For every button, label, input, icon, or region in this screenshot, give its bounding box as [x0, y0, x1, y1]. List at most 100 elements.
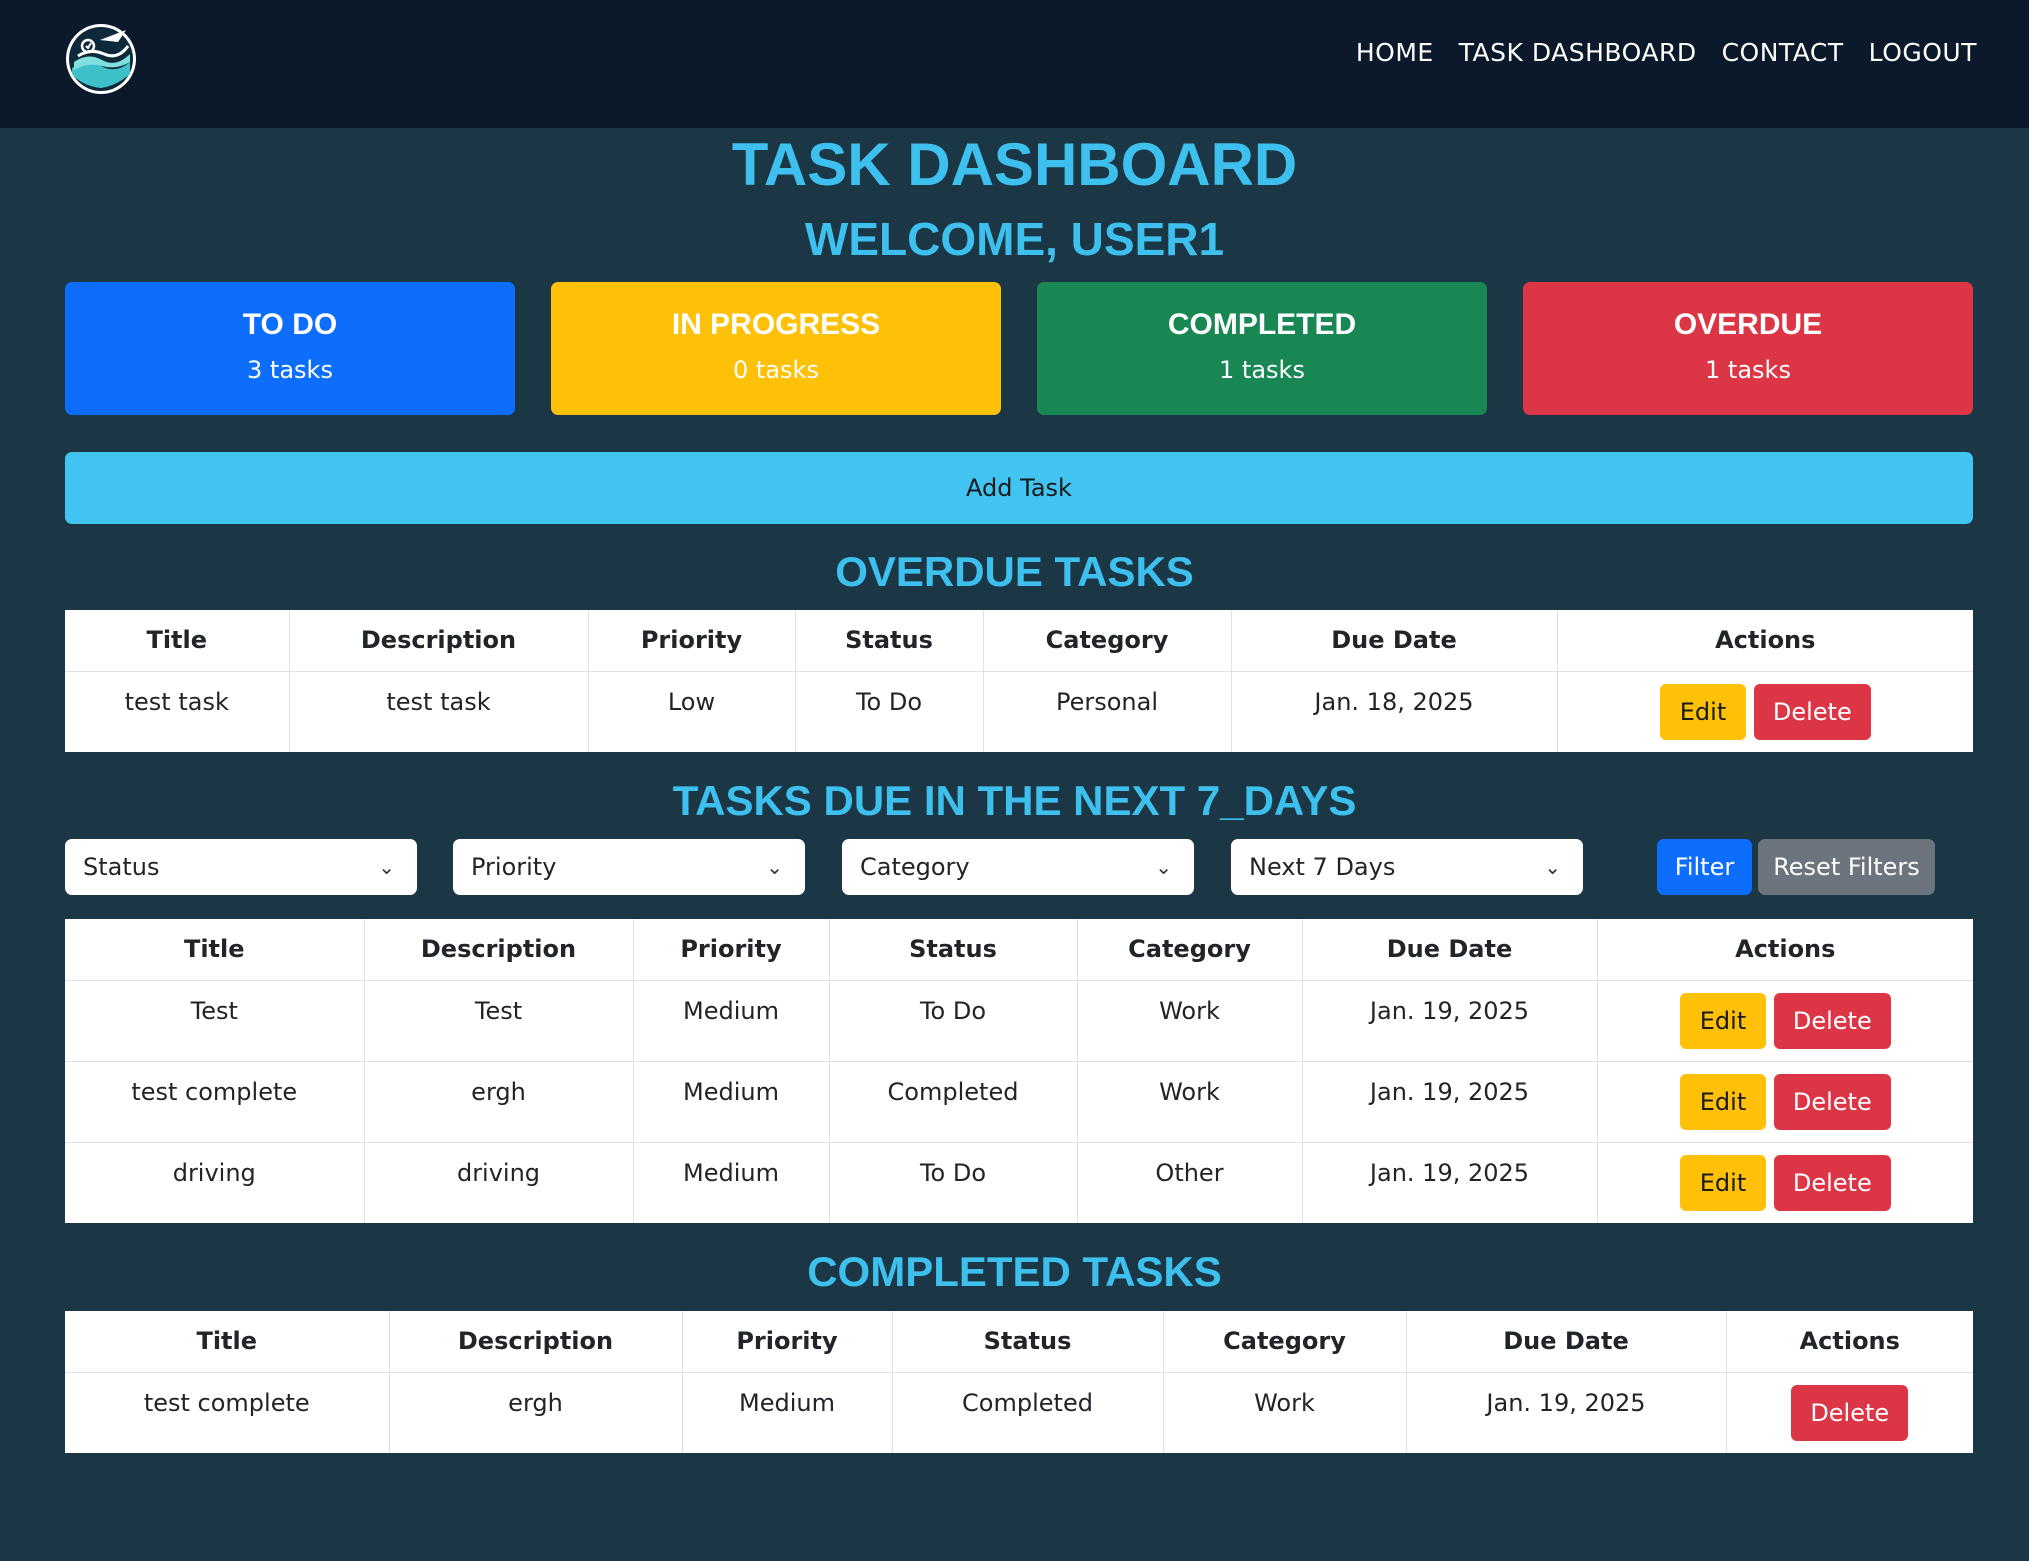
- add-task-button[interactable]: Add Task: [65, 452, 1973, 524]
- column-header: Priority: [681, 1311, 892, 1372]
- table-row: test complete ergh Medium Completed Work…: [65, 1060, 1973, 1142]
- date-range-filter-select[interactable]: Next 7 Days ⌄: [1231, 839, 1583, 895]
- overdue-tasks-heading: OVERDUE TASKS: [835, 548, 1194, 595]
- task-description-cell: Test: [363, 979, 633, 1061]
- upcoming-tasks-table: Title Description Priority Status Catego…: [65, 919, 1973, 1223]
- task-description-cell: ergh: [363, 1060, 633, 1142]
- wave-logo-icon: [66, 24, 136, 94]
- nav-logout[interactable]: LOGOUT: [1869, 38, 1977, 67]
- edit-button[interactable]: Edit: [1659, 683, 1747, 740]
- task-title-cell: test complete: [65, 1371, 389, 1453]
- column-header: Due Date: [1301, 919, 1597, 980]
- task-status-cell: To Do: [828, 979, 1077, 1061]
- column-header: Due Date: [1230, 610, 1557, 671]
- task-actions-cell: Edit Delete: [1596, 979, 1973, 1061]
- stat-card-label: TO DO: [242, 308, 338, 341]
- category-filter-value: Category: [860, 853, 970, 881]
- stat-card-label: IN PROGRESS: [671, 308, 881, 341]
- priority-filter-select[interactable]: Priority ⌄: [453, 839, 805, 895]
- column-header: Status: [794, 610, 983, 671]
- table-row: test complete ergh Medium Completed Work…: [65, 1371, 1973, 1453]
- chevron-down-icon: ⌄: [1155, 855, 1172, 879]
- task-description-cell: driving: [363, 1141, 633, 1223]
- task-description-cell: test task: [288, 670, 588, 752]
- welcome-heading: WELCOME, USER1: [804, 213, 1225, 265]
- task-status-cell: To Do: [828, 1141, 1077, 1223]
- task-due-date-cell: Jan. 19, 2025: [1301, 1141, 1597, 1223]
- chevron-down-icon: ⌄: [766, 855, 783, 879]
- table-header-row: Title Description Priority Status Catego…: [65, 610, 1973, 671]
- date-range-filter-value: Next 7 Days: [1249, 853, 1396, 881]
- column-header: Description: [288, 610, 588, 671]
- task-status-cell: To Do: [794, 670, 983, 752]
- task-category-cell: Work: [1076, 979, 1302, 1061]
- stat-card-count: 1 tasks: [1705, 356, 1791, 384]
- delete-button[interactable]: Delete: [1791, 1384, 1909, 1441]
- task-title-cell: test complete: [65, 1060, 364, 1142]
- task-actions-cell: Delete: [1725, 1371, 1973, 1453]
- column-header: Description: [363, 919, 633, 980]
- column-header: Actions: [1556, 610, 1973, 671]
- task-due-date-cell: Jan. 18, 2025: [1230, 670, 1557, 752]
- filter-button[interactable]: Filter: [1657, 839, 1752, 895]
- task-priority-cell: Medium: [632, 1060, 829, 1142]
- delete-button[interactable]: Delete: [1773, 992, 1891, 1049]
- task-actions-cell: Edit Delete: [1556, 670, 1973, 752]
- task-priority-cell: Medium: [632, 979, 829, 1061]
- priority-filter-value: Priority: [471, 853, 557, 881]
- column-header: Actions: [1725, 1311, 1973, 1372]
- stat-card-completed: COMPLETED 1 tasks: [1037, 282, 1487, 415]
- nav-home[interactable]: HOME: [1356, 38, 1434, 67]
- nav-contact[interactable]: CONTACT: [1722, 38, 1844, 67]
- stat-card-count: 1 tasks: [1219, 356, 1305, 384]
- task-due-date-cell: Jan. 19, 2025: [1301, 979, 1597, 1061]
- task-title-cell: driving: [65, 1141, 364, 1223]
- task-category-cell: Other: [1076, 1141, 1302, 1223]
- stat-card-count: 3 tasks: [247, 356, 333, 384]
- stat-card-todo: TO DO 3 tasks: [65, 282, 515, 415]
- delete-button[interactable]: Delete: [1773, 1154, 1891, 1211]
- table-header-row: Title Description Priority Status Catego…: [65, 919, 1973, 980]
- table-header-row: Title Description Priority Status Catego…: [65, 1311, 1973, 1372]
- stat-card-label: COMPLETED: [1167, 308, 1357, 341]
- edit-button[interactable]: Edit: [1679, 1073, 1767, 1130]
- column-header: Actions: [1596, 919, 1973, 980]
- column-header: Status: [828, 919, 1077, 980]
- completed-tasks-table: Title Description Priority Status Catego…: [65, 1311, 1973, 1453]
- task-title-cell: test task: [65, 670, 289, 752]
- nav-links: HOME TASK DASHBOARD CONTACT LOGOUT: [1356, 38, 1977, 67]
- chevron-down-icon: ⌄: [378, 855, 395, 879]
- status-filter-select[interactable]: Status ⌄: [65, 839, 417, 895]
- app-logo[interactable]: [64, 22, 138, 96]
- task-priority-cell: Medium: [681, 1371, 892, 1453]
- edit-button[interactable]: Edit: [1679, 992, 1767, 1049]
- delete-button[interactable]: Delete: [1773, 1073, 1891, 1130]
- overdue-tasks-table: Title Description Priority Status Catego…: [65, 610, 1973, 752]
- nav-task-dashboard[interactable]: TASK DASHBOARD: [1459, 38, 1697, 67]
- task-status-cell: Completed: [891, 1371, 1163, 1453]
- task-description-cell: ergh: [388, 1371, 682, 1453]
- column-header: Due Date: [1405, 1311, 1726, 1372]
- upcoming-tasks-heading: TASKS DUE IN THE NEXT 7_DAYS: [672, 777, 1357, 824]
- page-title: TASK DASHBOARD: [731, 131, 1298, 198]
- task-due-date-cell: Jan. 19, 2025: [1301, 1060, 1597, 1142]
- category-filter-select[interactable]: Category ⌄: [842, 839, 1194, 895]
- edit-button[interactable]: Edit: [1679, 1154, 1767, 1211]
- chevron-down-icon: ⌄: [1544, 855, 1561, 879]
- delete-button[interactable]: Delete: [1753, 683, 1871, 740]
- table-row: test task test task Low To Do Personal J…: [65, 670, 1973, 752]
- reset-filters-button[interactable]: Reset Filters: [1758, 839, 1935, 895]
- task-category-cell: Work: [1162, 1371, 1406, 1453]
- column-header: Priority: [632, 919, 829, 980]
- column-header: Category: [1076, 919, 1302, 980]
- column-header: Title: [196, 1327, 258, 1355]
- stat-card-in-progress: IN PROGRESS 0 tasks: [551, 282, 1001, 415]
- table-row: Test Test Medium To Do Work Jan. 19, 202…: [65, 979, 1973, 1061]
- navbar: HOME TASK DASHBOARD CONTACT LOGOUT: [0, 0, 2029, 128]
- column-header: Category: [982, 610, 1231, 671]
- column-header: Title: [146, 626, 208, 654]
- column-header: Title: [183, 935, 245, 963]
- task-priority-cell: Low: [587, 670, 795, 752]
- task-title-cell: Test: [65, 979, 364, 1061]
- task-status-cell: Completed: [828, 1060, 1077, 1142]
